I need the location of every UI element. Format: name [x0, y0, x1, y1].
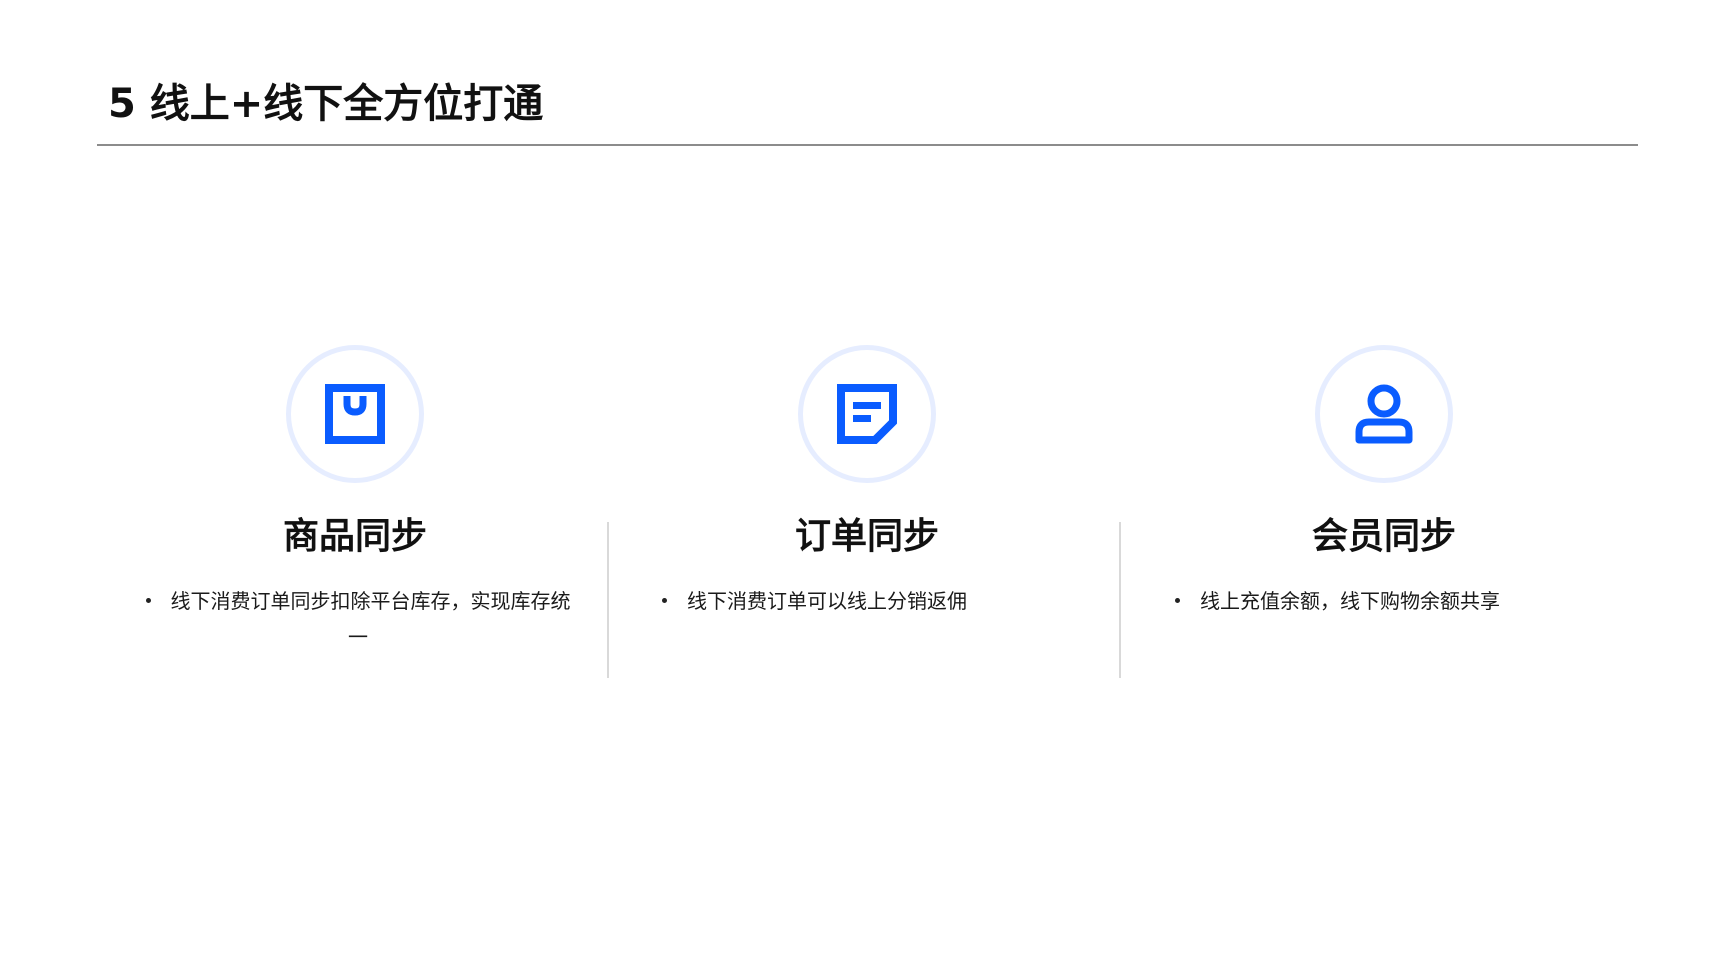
slide-page: 5 线上+线下全方位打通 商品同步 线下消费订单同步扣除平台库存，实现库存统一 … — [0, 0, 1727, 967]
bullet-dot-icon — [145, 598, 151, 603]
document-icon — [837, 384, 897, 444]
shopping-bag-icon — [325, 384, 385, 444]
bullet-dot-icon — [662, 598, 667, 603]
list-item: 线下消费订单可以线上分销返佣 — [662, 589, 967, 613]
bullet-text: 线下消费订单可以线上分销返佣 — [687, 589, 967, 613]
list-item: 线下消费订单同步扣除平台库存，实现库存统一 — [145, 589, 571, 649]
feature-title: 商品同步 — [282, 516, 427, 557]
feature-title: 订单同步 — [794, 516, 939, 557]
bullet-text: 线下消费订单同步扣除平台库存，实现库存统一 — [170, 589, 571, 649]
user-icon — [1355, 384, 1413, 444]
feature-order-sync: 订单同步 线下消费订单可以线上分销返佣 — [609, 345, 1125, 619]
icon-circle — [286, 345, 424, 483]
column-divider — [1119, 522, 1121, 678]
feature-bullet-list: 线上充值余额，线下购物余额共享 — [1126, 583, 1642, 619]
feature-product-sync: 商品同步 线下消费订单同步扣除平台库存，实现库存统一 — [97, 345, 613, 655]
bullet-dot-icon — [1175, 598, 1180, 603]
icon-circle — [1315, 345, 1453, 483]
feature-title: 会员同步 — [1311, 516, 1456, 557]
feature-bullet-list: 线下消费订单可以线上分销返佣 — [609, 583, 1125, 619]
title-underline — [97, 144, 1638, 146]
icon-circle — [798, 345, 936, 483]
page-title: 5 线上+线下全方位打通 — [108, 81, 544, 127]
feature-bullet-list: 线下消费订单同步扣除平台库存，实现库存统一 — [97, 583, 613, 655]
bullet-text: 线上充值余额，线下购物余额共享 — [1200, 589, 1500, 613]
list-item: 线上充值余额，线下购物余额共享 — [1175, 589, 1500, 613]
feature-member-sync: 会员同步 线上充值余额，线下购物余额共享 — [1126, 345, 1642, 619]
